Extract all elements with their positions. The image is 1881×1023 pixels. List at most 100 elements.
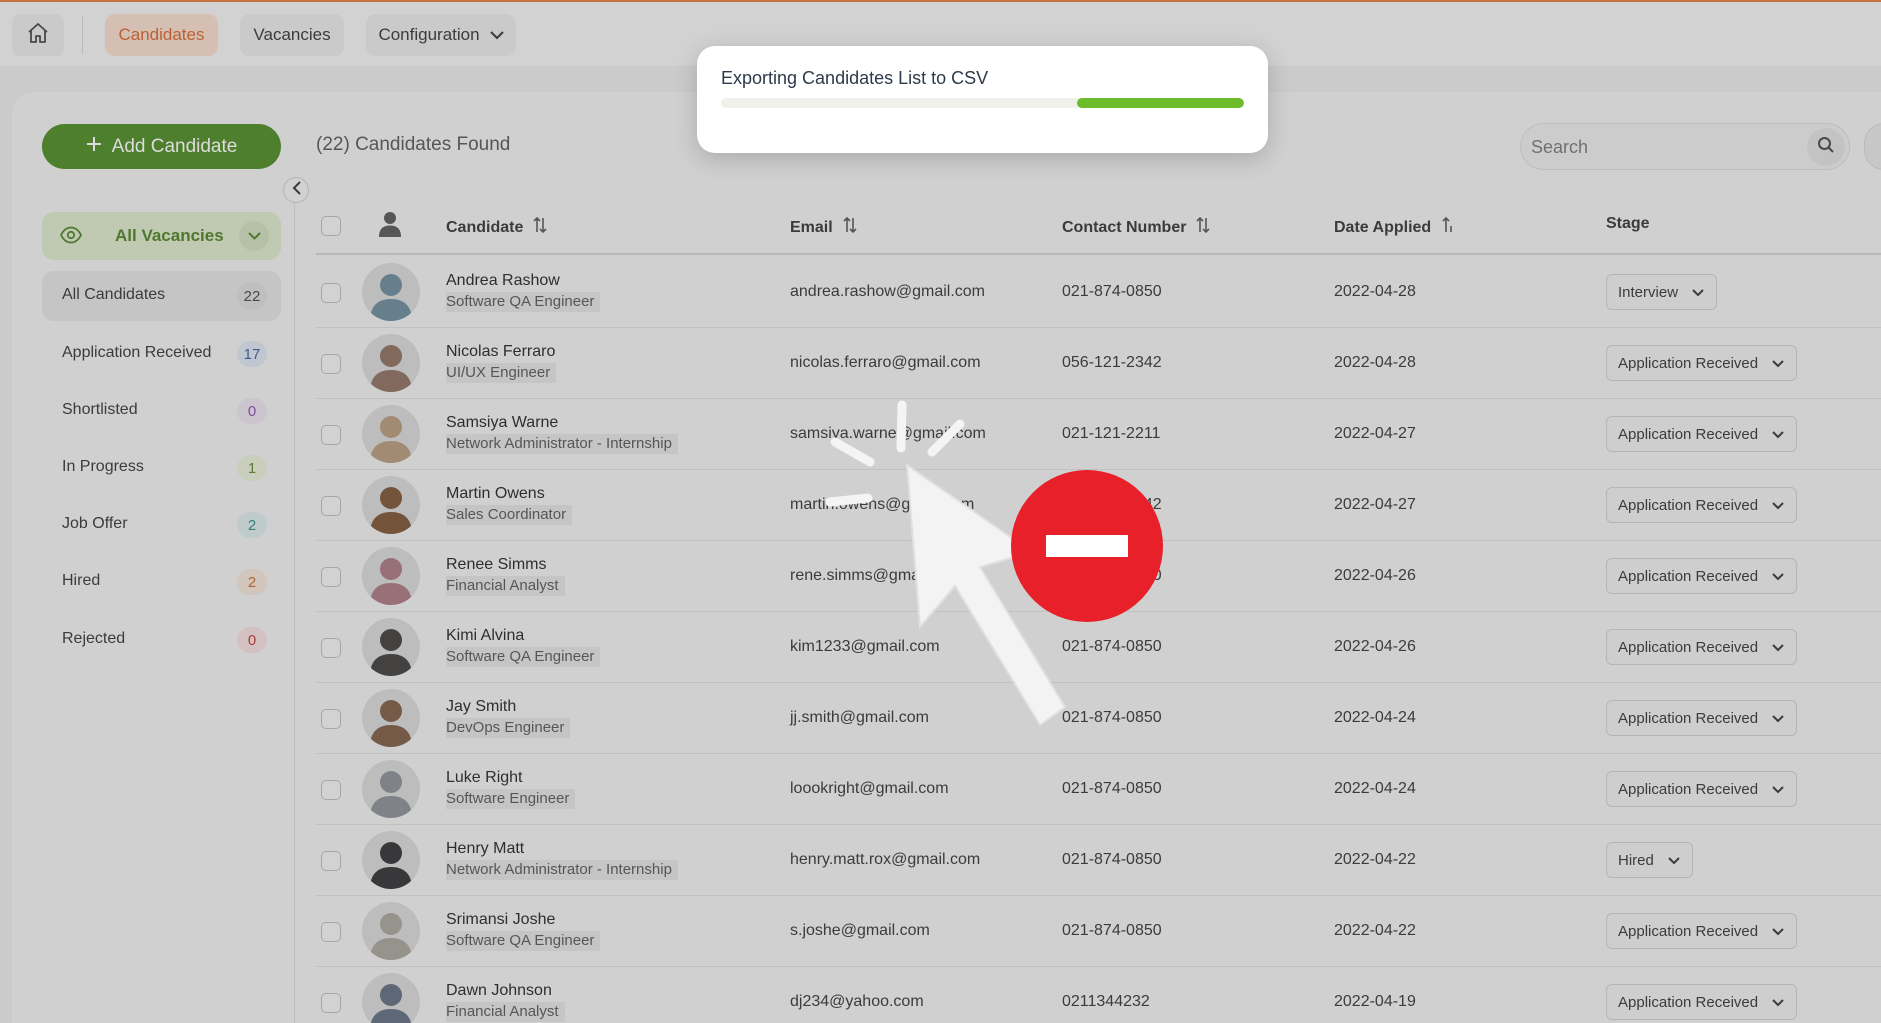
table-row[interactable]: Andrea Rashow Software QA Engineer andrea.… — [316, 257, 1881, 328]
stage-filter-item[interactable]: Application Received 17 — [42, 329, 281, 379]
eye-icon — [59, 226, 83, 249]
tab-candidates[interactable]: Candidates — [105, 14, 218, 56]
stage-filter-label: All Candidates — [62, 286, 166, 303]
table-row[interactable]: Dawn Johnson Financial Analyst dj234@yahoo… — [316, 967, 1881, 1023]
candidate-name[interactable]: Dawn Johnson — [446, 982, 552, 1000]
table-row[interactable]: Nicolas Ferraro UI/UX Engineer nicolas.fer… — [316, 328, 1881, 399]
header-candidate-label: Candidate — [446, 218, 524, 236]
avatar — [362, 334, 420, 392]
table-row[interactable]: Renee Simms Financial Analyst rene.simms@g… — [316, 541, 1881, 612]
chevron-down-icon — [1772, 426, 1784, 443]
stage-filter-label: Shortlisted — [62, 401, 138, 418]
candidate-name[interactable]: Luke Right — [446, 769, 523, 787]
row-checkbox[interactable] — [321, 993, 341, 1013]
candidate-email: andrea.rashow@gmail.com — [790, 283, 985, 300]
table-row[interactable]: Srimansi Joshe Software QA Engineer s.josh… — [316, 896, 1881, 967]
table-row[interactable]: Luke Right Software Engineer loookright@gm… — [316, 754, 1881, 825]
table-row[interactable]: Martin Owens Sales Coordinator martin.owen… — [316, 470, 1881, 541]
row-checkbox[interactable] — [321, 496, 341, 516]
row-checkbox[interactable] — [321, 354, 341, 374]
stage-dropdown[interactable]: Application Received — [1606, 558, 1798, 594]
stage-filter-label: Hired — [62, 572, 101, 589]
candidate-email: samsiya.warne@gmail.com — [790, 425, 986, 442]
table-row[interactable]: Kimi Alvina Software QA Engineer kim1233@g… — [316, 612, 1881, 683]
stage-dropdown[interactable]: Application Received — [1606, 416, 1798, 452]
tab-vacancies[interactable]: Vacancies — [240, 14, 344, 56]
add-candidate-button[interactable]: Add Candidate — [42, 124, 281, 169]
header-email-label: Email — [790, 218, 833, 236]
search-button[interactable] — [1807, 128, 1845, 166]
stage-filter-item[interactable]: Job Offer 2 — [42, 500, 281, 550]
header-date-applied[interactable]: Date Applied — [1334, 215, 1455, 240]
row-checkbox[interactable] — [321, 638, 341, 658]
stage-dropdown[interactable]: Hired — [1606, 842, 1693, 878]
stage-dropdown[interactable]: Application Received — [1606, 345, 1798, 381]
chevron-down-icon — [1772, 710, 1784, 727]
row-checkbox[interactable] — [321, 922, 341, 942]
search-input[interactable] — [1531, 132, 1791, 162]
avatar — [362, 618, 420, 676]
table-row[interactable]: Henry Matt Network Administrator - Intern… — [316, 825, 1881, 896]
candidate-name[interactable]: Kimi Alvina — [446, 627, 524, 645]
header-stage: Stage — [1606, 215, 1650, 233]
collapse-sidebar-button[interactable] — [283, 177, 309, 203]
select-all-checkbox[interactable] — [321, 216, 341, 236]
candidate-name[interactable]: Jay Smith — [446, 698, 516, 716]
date-applied: 2022-04-28 — [1334, 283, 1416, 300]
search-field[interactable] — [1520, 123, 1850, 170]
home-button[interactable] — [12, 14, 64, 56]
candidate-name[interactable]: Nicolas Ferraro — [446, 343, 555, 361]
header-candidate[interactable]: Candidate — [446, 215, 547, 240]
stage-dropdown[interactable]: Application Received — [1606, 771, 1798, 807]
candidate-role: Financial Analyst — [446, 576, 565, 596]
candidate-phone: 021-874-0850 — [1062, 567, 1162, 584]
tab-configuration[interactable]: Configuration — [366, 14, 516, 56]
stage-count-badge: 1 — [237, 455, 267, 481]
stage-filter-item[interactable]: Rejected 0 — [42, 615, 281, 665]
row-checkbox[interactable] — [321, 709, 341, 729]
stage-dropdown[interactable]: Application Received — [1606, 629, 1798, 665]
candidate-name[interactable]: Andrea Rashow — [446, 272, 560, 290]
stage-dropdown[interactable]: Interview — [1606, 274, 1718, 310]
vacancy-filter-dropdown[interactable]: All Vacancies — [42, 212, 281, 260]
candidates-found-count: (22) Candidates Found — [316, 134, 511, 155]
stage-dropdown[interactable]: Application Received — [1606, 700, 1798, 736]
date-applied: 2022-04-19 — [1334, 993, 1416, 1010]
header-contact-number[interactable]: Contact Number — [1062, 215, 1211, 240]
stage-dropdown-label: Application Received — [1618, 709, 1759, 727]
stage-filter-label: In Progress — [62, 458, 144, 475]
sort-icon — [1196, 215, 1211, 240]
candidate-name[interactable]: Renee Simms — [446, 556, 546, 574]
row-checkbox[interactable] — [321, 567, 341, 587]
avatar — [362, 547, 420, 605]
export-progress-bar — [721, 98, 1244, 108]
row-checkbox[interactable] — [321, 283, 341, 303]
date-applied: 2022-04-26 — [1334, 638, 1416, 655]
stage-filter-item[interactable]: Shortlisted 0 — [42, 386, 281, 436]
stage-filter-item[interactable]: All Candidates 22 — [42, 271, 281, 321]
stage-count-badge: 0 — [237, 627, 267, 653]
candidate-name[interactable]: Henry Matt — [446, 840, 524, 858]
candidate-name[interactable]: Samsiya Warne — [446, 414, 558, 432]
table-row[interactable]: Samsiya Warne Network Administrator - Int… — [316, 399, 1881, 470]
stage-dropdown-label: Application Received — [1618, 993, 1759, 1011]
stage-dropdown[interactable]: Application Received — [1606, 913, 1798, 949]
stage-dropdown[interactable]: Application Received — [1606, 487, 1798, 523]
chevron-down-icon — [489, 30, 504, 40]
vacancy-filter-label: All Vacancies — [115, 226, 224, 245]
stage-filter-item[interactable]: In Progress 1 — [42, 443, 281, 493]
home-icon — [26, 21, 50, 50]
row-checkbox[interactable] — [321, 425, 341, 445]
row-checkbox[interactable] — [321, 780, 341, 800]
sidebar-divider — [294, 190, 295, 1023]
candidate-name[interactable]: Srimansi Joshe — [446, 911, 555, 929]
table-row[interactable]: Jay Smith DevOps Engineer jj.smith@gmail.c… — [316, 683, 1881, 754]
sort-icon — [843, 215, 857, 240]
stage-dropdown[interactable]: Application Received — [1606, 984, 1798, 1020]
stage-filter-item[interactable]: Hired 2 — [42, 557, 281, 607]
header-email[interactable]: Email — [790, 215, 857, 240]
candidate-name[interactable]: Martin Owens — [446, 485, 545, 503]
row-checkbox[interactable] — [321, 851, 341, 871]
stage-count-badge: 0 — [237, 398, 267, 424]
export-dialog-title: Exporting Candidates List to CSV — [721, 68, 989, 88]
